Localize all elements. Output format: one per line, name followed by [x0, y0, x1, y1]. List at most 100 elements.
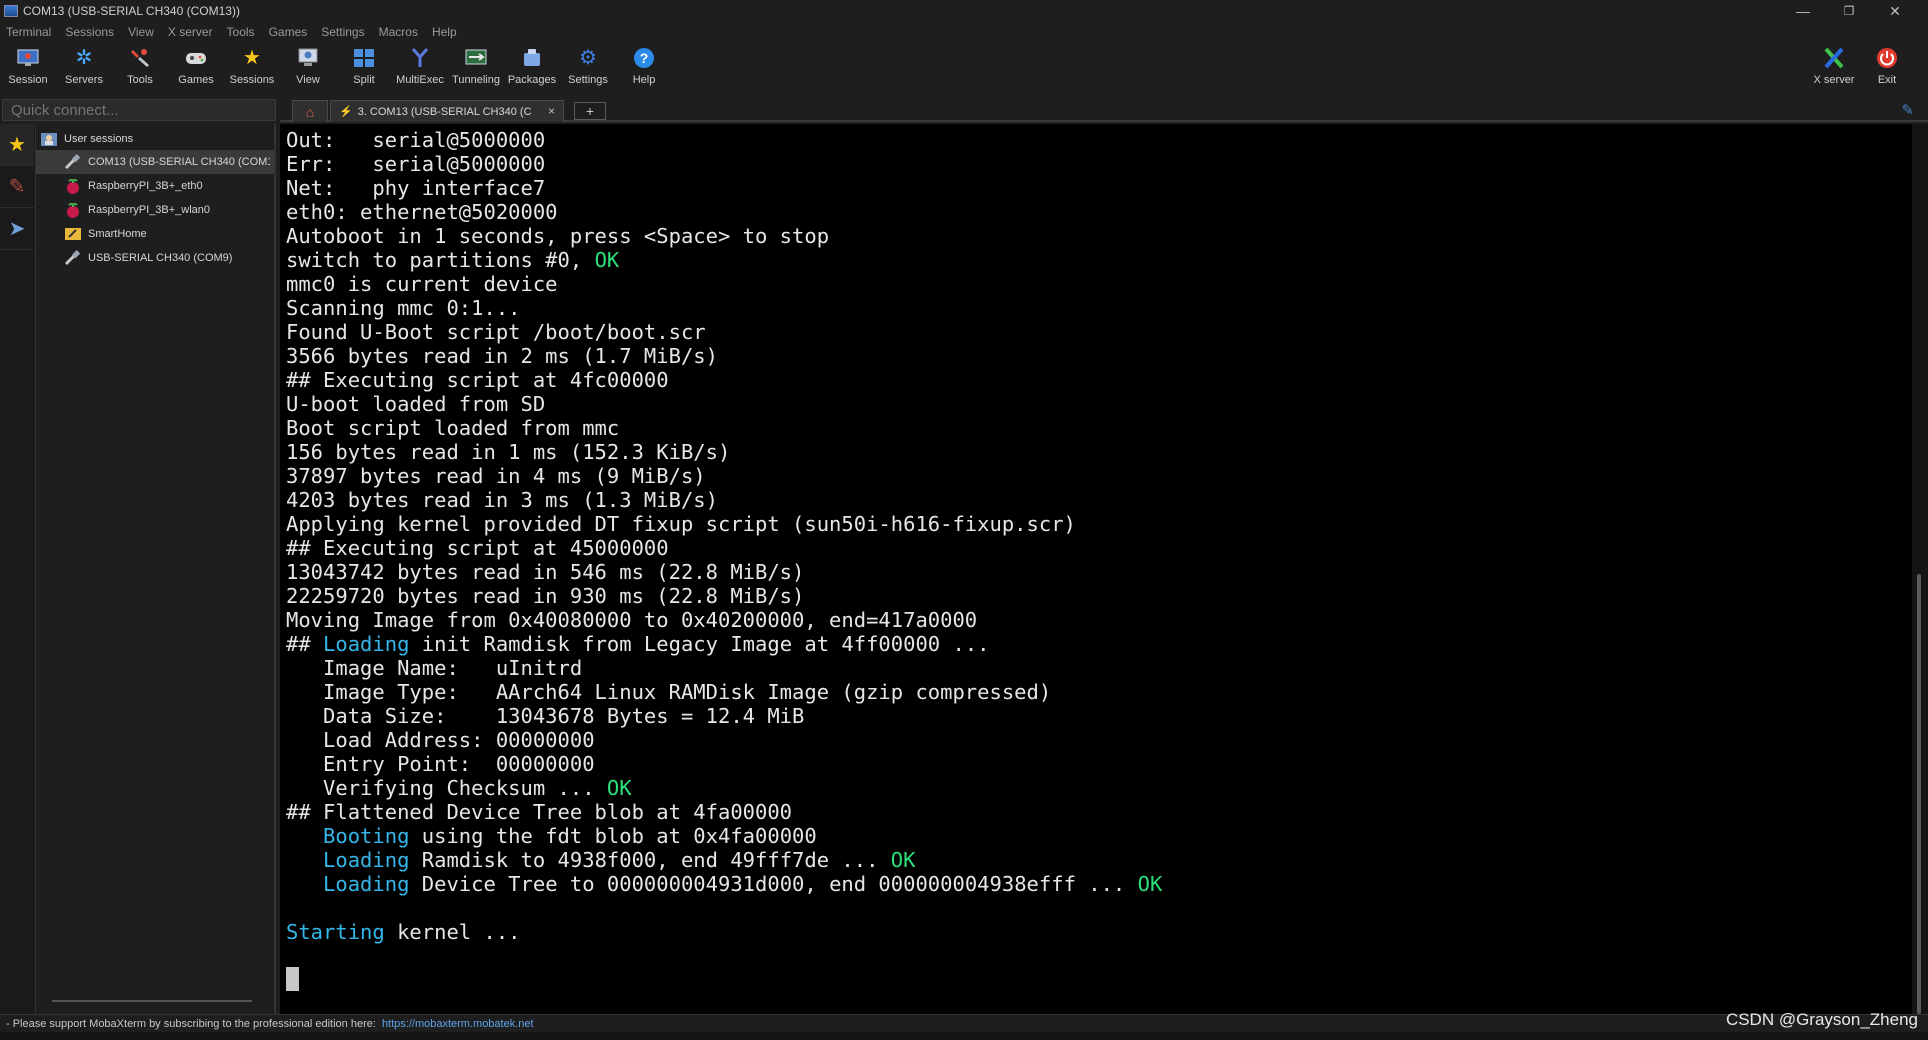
terminal-output[interactable]: Out: serial@5000000 Err: serial@5000000 Ne… — [280, 124, 1912, 1014]
minimize-button[interactable]: — — [1780, 0, 1826, 22]
session-item-usb-serial-com9[interactable]: USB-SERIAL CH340 (COM9) — [36, 246, 274, 270]
terminal-segment — [286, 848, 323, 872]
power-icon — [1875, 46, 1899, 70]
help-icon: ? — [632, 46, 656, 70]
terminal-segment: Autoboot in 1 seconds, press <Space> to … — [286, 224, 830, 248]
tools-tab-icon[interactable]: ✎ — [0, 166, 34, 208]
toolbar-multiexec-button[interactable]: MultiExec — [392, 42, 448, 92]
terminal-line: Load Address: 00000000 — [286, 728, 1912, 752]
terminal-line: Moving Image from 0x40080000 to 0x402000… — [286, 608, 1912, 632]
menu-sessions[interactable]: Sessions — [65, 25, 114, 39]
menu-macros[interactable]: Macros — [379, 25, 418, 39]
terminal-segment — [286, 872, 323, 896]
status-link[interactable]: https://mobaxterm.mobatek.net — [382, 1018, 534, 1030]
sessions-star-icon: ★ — [243, 47, 261, 69]
terminal-segment: OK — [606, 776, 632, 800]
terminal-segment: OK — [1137, 872, 1163, 896]
multiexec-icon — [408, 46, 432, 70]
close-button[interactable]: ✕ — [1872, 0, 1918, 22]
raspberry-pi-icon — [64, 201, 82, 219]
terminal-segment: Entry Point: 00000000 — [286, 752, 595, 776]
terminal-line: Scanning mmc 0:1... — [286, 296, 1912, 320]
terminal-segment: Image Type: AArch64 Linux RAMDisk Image … — [286, 680, 1052, 704]
toolbar-games-button[interactable]: Games — [168, 42, 224, 92]
toolbar-servers-button[interactable]: ✲ Servers — [56, 42, 112, 92]
toolbar-view-button[interactable]: View — [280, 42, 336, 92]
tab-bar: ⌂ ⚡ 3. COM13 (USB-SERIAL CH340 (C × + ✎ — [280, 99, 1928, 122]
terminal-segment: Ramdisk to 4938f000, end 49fff7de ... — [409, 848, 891, 872]
home-tab-icon[interactable]: ⌂ — [292, 100, 328, 122]
menu-x-server[interactable]: X server — [168, 25, 213, 39]
toolbar-right: X server Exit — [1806, 42, 1912, 92]
terminal-line: Entry Point: 00000000 — [286, 752, 1912, 776]
restore-button[interactable]: ❐ — [1826, 0, 1872, 22]
view-icon — [296, 46, 320, 70]
terminal-segment: Moving Image from 0x40080000 to 0x402000… — [286, 608, 978, 632]
terminal-line: Data Size: 13043678 Bytes = 12.4 MiB — [286, 704, 1912, 728]
toolbar-xserver-button[interactable]: X server — [1806, 42, 1862, 92]
terminal-line: Out: serial@5000000 — [286, 128, 1912, 152]
menu-settings[interactable]: Settings — [321, 25, 364, 39]
quick-connect-input[interactable] — [2, 99, 276, 121]
terminal-segment: mmc0 is current device — [286, 272, 558, 296]
toolbar-tools-button[interactable]: Tools — [112, 42, 168, 92]
sessions-tab-star-icon[interactable]: ★ — [0, 124, 34, 166]
scrollbar-thumb[interactable] — [1917, 574, 1921, 1014]
terminal-segment: kernel ... — [384, 920, 521, 944]
session-item-raspberrypi-wlan0[interactable]: RaspberryPI_3B+_wlan0 — [36, 198, 274, 222]
terminal-segment: Found U-Boot script /boot/boot.scr — [286, 320, 706, 344]
games-icon — [184, 46, 208, 70]
attachment-clip-icon[interactable]: ✎ — [1901, 101, 1914, 119]
toolbar-sessions-button[interactable]: ★ Sessions — [224, 42, 280, 92]
window-title: COM13 (USB-SERIAL CH340 (COM13)) — [23, 4, 240, 18]
macros-tab-send-icon[interactable]: ➤ — [0, 208, 34, 250]
terminal-segment: 3566 bytes read in 2 ms (1.7 MiB/s) — [286, 344, 718, 368]
toolbar-tunneling-button[interactable]: Tunneling — [448, 42, 504, 92]
status-message: - Please support MobaXterm by subscribin… — [6, 1017, 376, 1030]
terminal-segment: Data Size: 13043678 Bytes = 12.4 MiB — [286, 704, 805, 728]
sessions-horizontal-scrollbar[interactable] — [52, 1000, 252, 1002]
terminal-segment: U-boot loaded from SD — [286, 392, 546, 416]
terminal-segment: init Ramdisk from Legacy Image at 4ff000… — [409, 632, 990, 656]
user-sessions-root[interactable]: User sessions — [36, 128, 274, 150]
terminal-segment: OK — [890, 848, 916, 872]
toolbar-split-button[interactable]: Split — [336, 42, 392, 92]
toolbar-session-button[interactable]: Session — [0, 42, 56, 92]
servers-icon: ✲ — [75, 47, 93, 69]
raspberry-pi-icon — [64, 177, 82, 195]
toolbar-help-button[interactable]: ? Help — [616, 42, 672, 92]
tab-close-icon[interactable]: × — [548, 104, 555, 118]
tab-com13[interactable]: ⚡ 3. COM13 (USB-SERIAL CH340 (C × — [330, 100, 564, 122]
toolbar-settings-button[interactable]: ⚙ Settings — [560, 42, 616, 92]
terminal-segment: Verifying Checksum ... — [286, 776, 607, 800]
terminal-segment: Booting — [323, 824, 410, 848]
terminal-line: Found U-Boot script /boot/boot.scr — [286, 320, 1912, 344]
terminal-line: 22259720 bytes read in 930 ms (22.8 MiB/… — [286, 584, 1912, 608]
terminal-line: Autoboot in 1 seconds, press <Space> to … — [286, 224, 1912, 248]
terminal-segment: ## — [286, 632, 324, 656]
new-tab-button[interactable]: + — [574, 102, 606, 120]
terminal-segment: ## Executing script at 4fc00000 — [286, 368, 669, 392]
menu-view[interactable]: View — [128, 25, 154, 39]
serial-cable-icon — [64, 249, 82, 267]
menu-terminal[interactable]: Terminal — [6, 25, 51, 39]
session-item-raspberrypi-eth0[interactable]: RaspberryPI_3B+_eth0 — [36, 174, 274, 198]
session-item-smarthome[interactable]: SmartHome — [36, 222, 274, 246]
terminal-vertical-scrollbar[interactable] — [1912, 124, 1928, 1014]
terminal-segment: 22259720 bytes read in 930 ms (22.8 MiB/… — [286, 584, 805, 608]
user-sessions-folder-icon — [40, 130, 58, 148]
terminal-segment: Device Tree to 000000004931d000, end 000… — [409, 872, 1138, 896]
terminal-line: Verifying Checksum ... OK — [286, 776, 1912, 800]
toolbar-exit-button[interactable]: Exit — [1862, 42, 1912, 92]
menu-help[interactable]: Help — [432, 25, 457, 39]
terminal-segment: Boot script loaded from mmc — [286, 416, 620, 440]
terminal-segment: eth0: ethernet@5020000 — [286, 200, 558, 224]
session-item-com13[interactable]: COM13 (USB-SERIAL CH340 (COM13)) — [36, 150, 274, 174]
terminal-segment: Err: serial@5000000 — [286, 152, 546, 176]
menu-games[interactable]: Games — [269, 25, 308, 39]
toolbar-packages-button[interactable]: Packages — [504, 42, 560, 92]
menu-tools[interactable]: Tools — [227, 25, 255, 39]
terminal-segment: switch to partitions #0, — [286, 248, 595, 272]
terminal-segment: 13043742 bytes read in 546 ms (22.8 MiB/… — [286, 560, 805, 584]
terminal-line: ## Loading init Ramdisk from Legacy Imag… — [286, 632, 1912, 656]
